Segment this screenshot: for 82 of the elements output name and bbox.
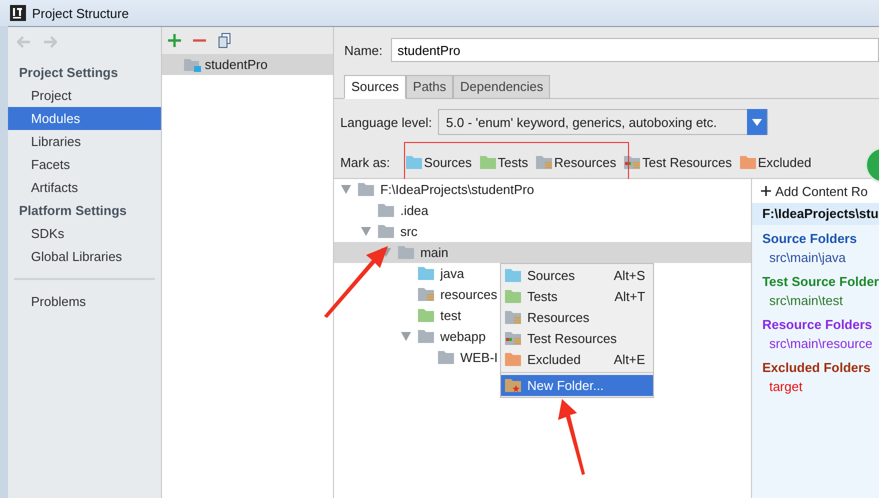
folder-icon [398,246,414,259]
tab[interactable]: Paths [406,75,454,99]
expanded-arrow-icon[interactable] [361,227,372,236]
folder-icon [378,225,394,238]
window-title: Project Structure [32,6,129,20]
sidebar-item[interactable]: Global Libraries [8,245,161,268]
folder-path: src\main\test [768,292,844,310]
tree-row[interactable]: F:\IdeaProjects\studentPro [334,179,538,200]
language-level-label: Language level: [340,114,432,130]
test-resource-folder-icon [505,332,522,345]
forward-icon[interactable] [43,36,57,48]
folder-icon [378,204,394,217]
menu-item[interactable]: Test Resources [501,328,654,349]
module-item[interactable]: studentPro [162,54,334,75]
folder-path: src\main\java [768,249,847,267]
mark-as-button[interactable]: Resources [536,154,616,170]
name-label: Name: [344,42,382,58]
module-icon [184,58,201,72]
sidebar-item[interactable]: Modules [8,107,161,130]
expanded-arrow-icon[interactable] [401,332,412,341]
back-icon[interactable] [17,36,31,48]
language-level-dropdown[interactable]: 5.0 - 'enum' keyword, generics, autoboxing etc. [438,109,768,135]
expanded-arrow-icon[interactable] [341,185,352,194]
folder-icon [505,353,522,366]
folder-icon [418,267,434,280]
resource-folder-icon [418,288,434,301]
folder-icon [505,269,522,282]
folder-icon [740,156,756,168]
folder-path: target [768,378,804,396]
folder-icon [505,290,522,303]
folder-group-heading: Excluded Folders [761,359,872,377]
folder-icon [438,351,454,364]
content-root-path: F:\IdeaProjects\stu [752,203,879,225]
annotation-arrow [322,246,388,318]
tab[interactable]: Dependencies [453,75,550,99]
tree-row[interactable]: java [334,263,468,284]
folder-icon [358,183,374,196]
menu-item[interactable]: Tests Alt+T [501,286,654,307]
folder-group-heading: Test Source Folder [761,273,879,291]
dropdown-arrow-icon [752,118,762,126]
folder-group-heading: Resource Folders [761,316,874,334]
add-content-root-button[interactable]: Add Content Ro [752,179,879,203]
resource-folder-icon [536,156,552,168]
sidebar-item[interactable]: Project [8,84,161,107]
mark-as-label: Mark as: [340,154,390,170]
section-heading: Project Settings [18,64,119,82]
add-icon [761,186,772,196]
tree-row[interactable]: resources [334,284,502,305]
menu-item[interactable]: New Folder... [501,375,654,396]
new-folder-icon [505,379,522,392]
name-field[interactable]: studentPro [390,38,879,62]
sidebar-item[interactable]: Artifacts [8,176,161,199]
folder-icon [418,330,434,343]
mark-as-button[interactable]: Tests [480,154,528,170]
folder-icon [418,309,434,322]
section-heading: Platform Settings [18,202,128,220]
menu-item[interactable]: Resources [501,307,654,328]
tree-row[interactable]: test [334,305,466,326]
app-logo-icon [10,5,26,21]
mark-as-button[interactable]: Test Resources [624,154,732,170]
mark-as-button[interactable]: Sources [406,154,472,170]
test-resource-folder-icon [624,156,640,168]
mark-as-button[interactable]: Excluded [740,154,812,170]
sidebar-item[interactable]: Problems [8,290,161,313]
sidebar-item[interactable]: Libraries [8,130,161,153]
tree-row[interactable]: main [334,242,752,263]
tree-row[interactable]: src [334,221,422,242]
resource-folder-icon [505,311,522,324]
folder-path: src\main\resource [768,335,874,353]
tab[interactable]: Sources [344,75,406,99]
sidebar-item[interactable]: SDKs [8,222,161,245]
sidebar-item[interactable]: Facets [8,153,161,176]
copy-icon[interactable] [218,33,231,48]
tree-row[interactable]: .idea [334,200,432,221]
tree-row[interactable]: webapp [334,326,490,347]
menu-item[interactable]: Excluded Alt+E [501,349,654,370]
add-icon[interactable] [168,34,181,47]
tree-row[interactable]: WEB-I [334,347,502,368]
folder-icon [480,156,496,168]
menu-item[interactable]: Sources Alt+S [501,265,654,286]
folder-icon [406,156,422,168]
folder-group-heading: Source Folders [761,230,858,248]
